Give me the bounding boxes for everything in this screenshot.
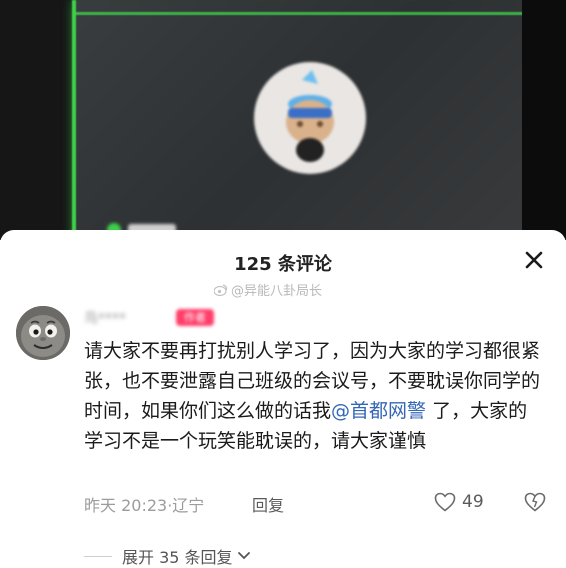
weibo-watermark: @异能八卦局长 bbox=[213, 280, 323, 299]
broken-heart-icon bbox=[524, 492, 546, 512]
chevron-down-icon bbox=[237, 552, 250, 560]
mention-link[interactable]: @首都网警 bbox=[331, 400, 426, 422]
close-icon bbox=[525, 251, 543, 269]
avatar[interactable] bbox=[16, 306, 70, 360]
heart-icon bbox=[434, 492, 456, 512]
weibo-logo-icon bbox=[213, 284, 228, 297]
cartoon-avatar-icon bbox=[286, 70, 334, 162]
like-count: 49 bbox=[462, 492, 484, 512]
reply-button[interactable]: 回复 bbox=[252, 492, 284, 516]
comments-title: 125 条评论 bbox=[234, 254, 332, 275]
video-right-edge bbox=[522, 0, 566, 240]
user-badge: 作者 bbox=[176, 309, 214, 326]
expand-divider bbox=[84, 555, 112, 557]
comment-body: 请大家不要再打扰别人学习了，因为大家的学习都很紧张，也不要泄露自己班级的会议号，… bbox=[84, 336, 544, 456]
expand-replies-label: 展开 35 条回复 bbox=[122, 548, 233, 567]
dislike-button[interactable] bbox=[524, 492, 546, 516]
close-button[interactable] bbox=[522, 248, 546, 272]
comments-sheet: 125 条评论 @异能八卦局长 鸟**** 作者 请大家不要再打扰别人学习了，因… bbox=[0, 230, 566, 567]
expand-replies-button[interactable]: 展开 35 条回复 bbox=[84, 544, 251, 568]
like-button[interactable]: 49 bbox=[434, 492, 484, 512]
comment-location: 辽宁 bbox=[172, 496, 205, 515]
comment-time: 昨天 20:23 bbox=[84, 496, 168, 515]
video-frame-line bbox=[76, 12, 526, 15]
watermark-text: @异能八卦局长 bbox=[231, 284, 323, 299]
comment-meta: 昨天 20:23·辽宁 bbox=[84, 492, 204, 516]
comment-username[interactable]: 鸟**** bbox=[84, 308, 126, 328]
meeting-avatar bbox=[254, 62, 366, 174]
thomas-train-avatar-icon bbox=[16, 306, 70, 360]
video-background bbox=[0, 0, 566, 240]
